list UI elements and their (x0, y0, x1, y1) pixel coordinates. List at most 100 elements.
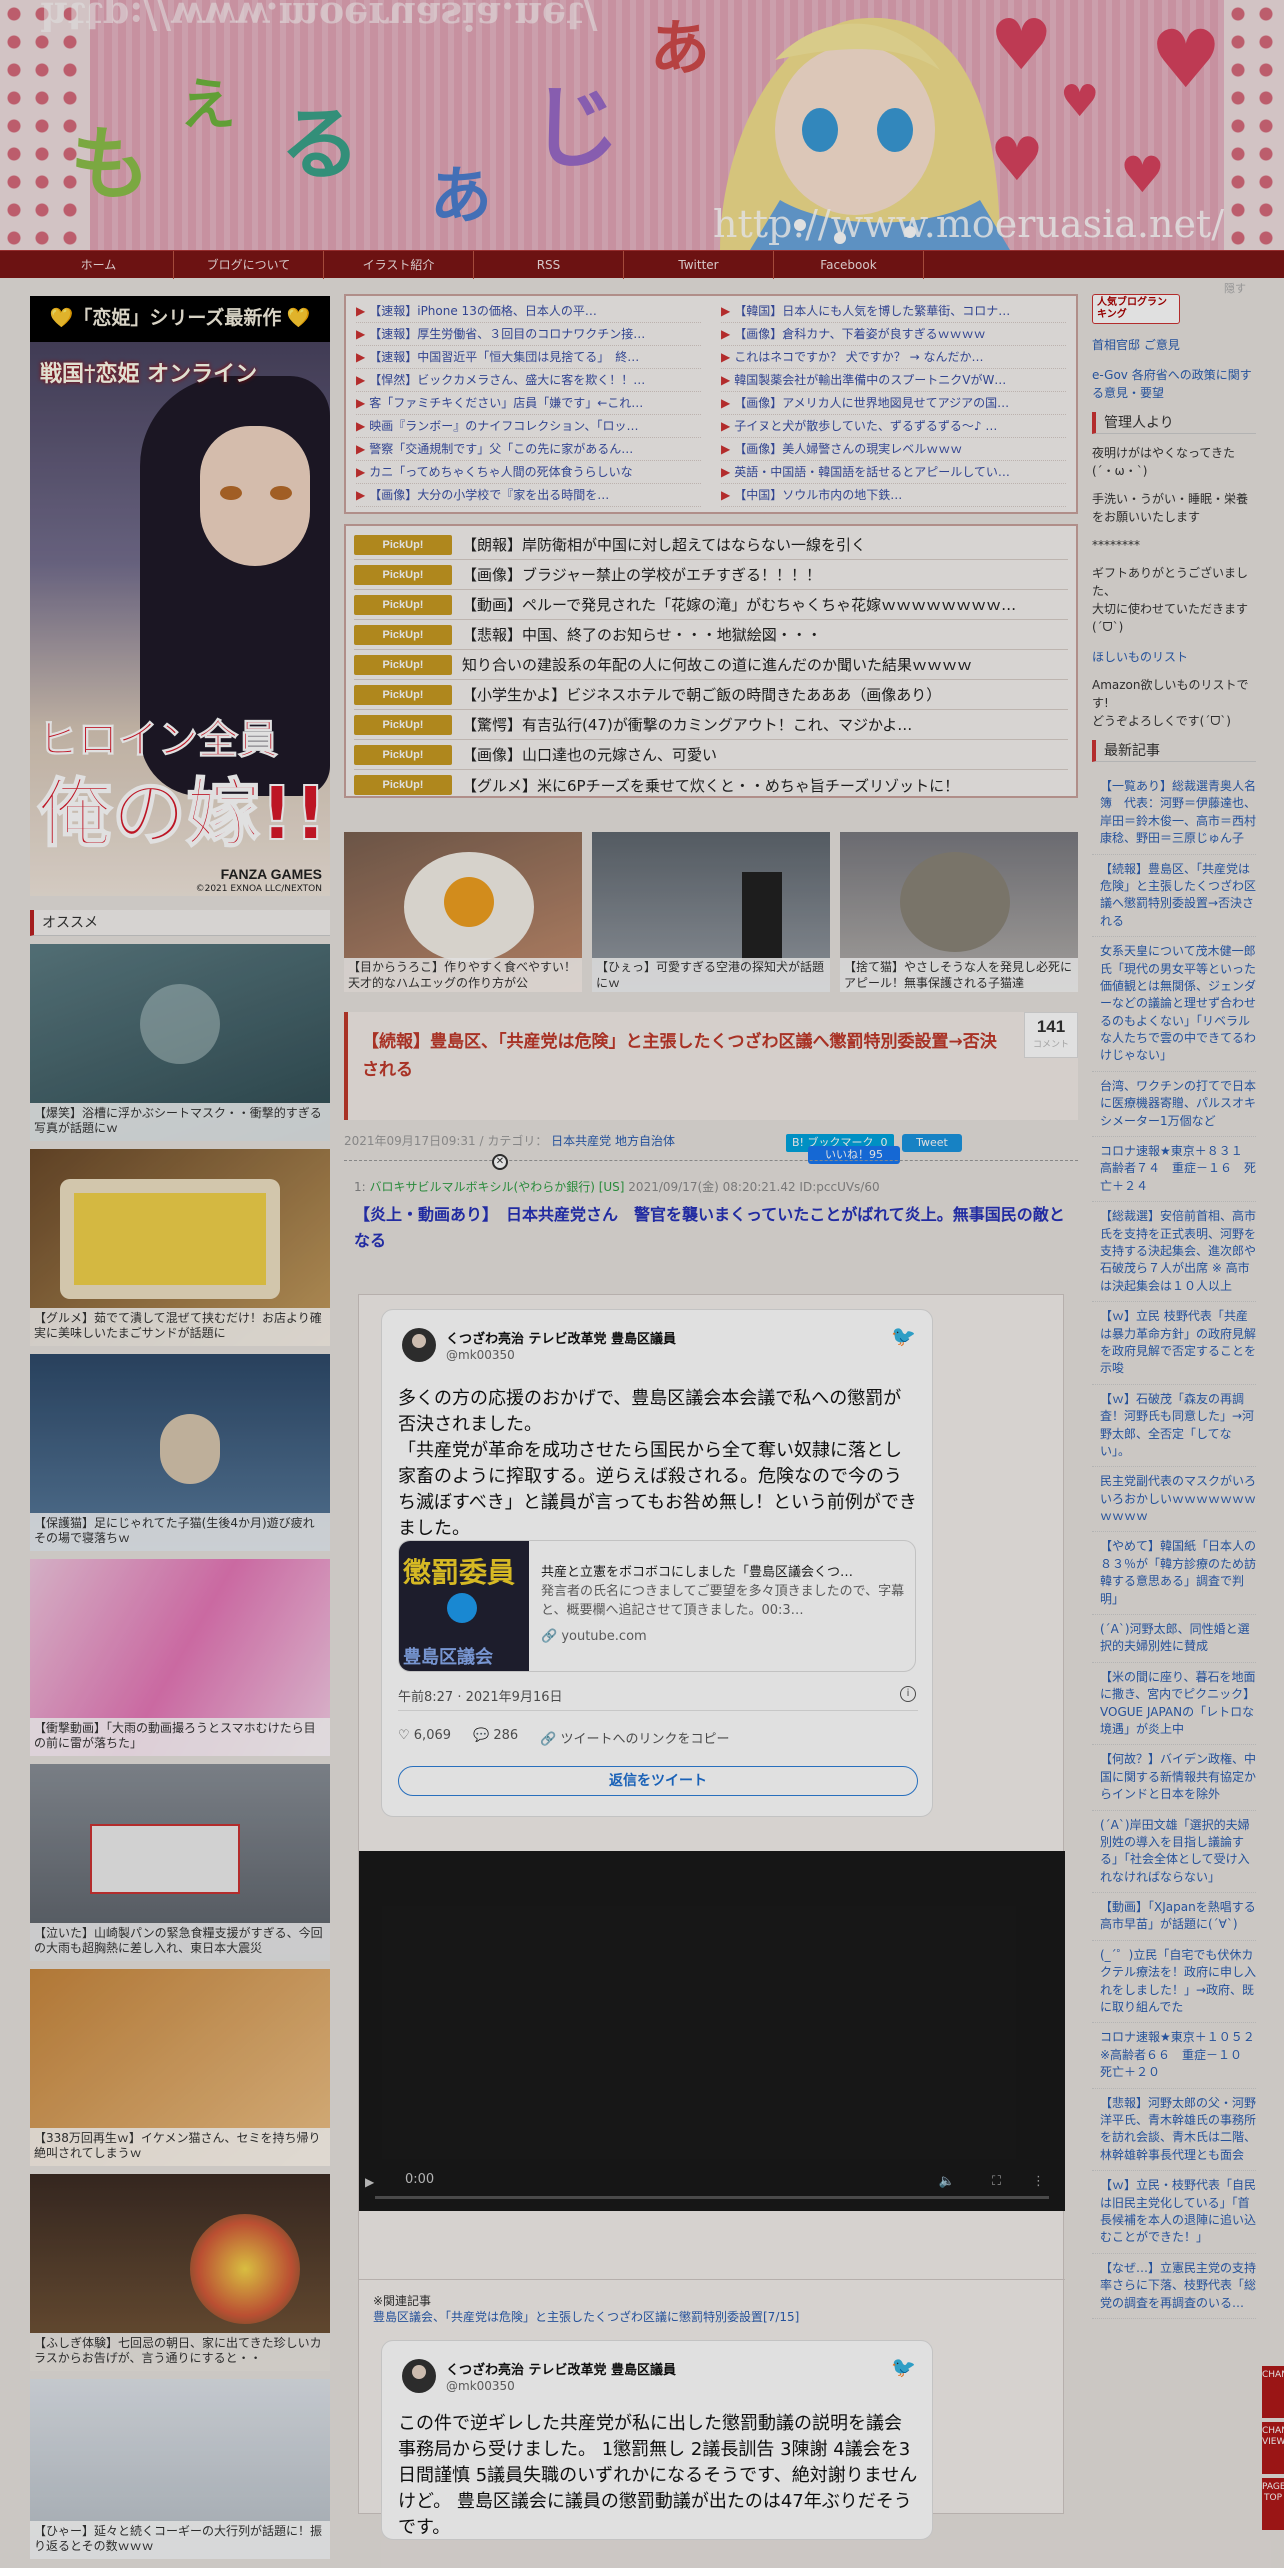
latest-item[interactable]: 【なぜ…】立憲民主党の支持率さらに下落、枝野代表「総党の調査を再調査のいる… (1092, 2254, 1256, 2319)
avatar[interactable] (402, 1328, 436, 1362)
rss-item[interactable]: ▶ これはネコですか？ 犬ですか？ → なんだか… (721, 346, 1066, 369)
rss-item[interactable]: ▶ 韓国製薬会社が輸出準備中のスプートニクVがW… (721, 369, 1066, 392)
latest-item[interactable]: 女系天皇について茂木健一郎氏「現代の男女平等といった価値観とは無関係、ジェンダー… (1092, 937, 1256, 1072)
like-action[interactable]: ♡ 6,069 (398, 1728, 451, 1747)
pickup-item[interactable]: PickUp! 【画像】山口達也の元嫁さん、可愛い (354, 740, 1068, 770)
tweet-author-handle[interactable]: @mk00350 (446, 2379, 515, 2393)
nav-home[interactable]: ホーム (24, 251, 174, 279)
pickup-title[interactable]: 【画像】山口達也の元嫁さん、可愛い (462, 744, 717, 765)
latest-item[interactable]: 【悲報】河野太郎の父・河野洋平氏、青木幹雄氏の事務所を訪れ会談、青木氏は二階、林… (1092, 2089, 1256, 2172)
reply-tweet-button[interactable]: 返信をツイート (398, 1766, 918, 1796)
pickup-item[interactable]: PickUp! 【グルメ】米に6Pチーズを乗せて炊くと・・めちゃ旨チーズリゾットに… (354, 770, 1068, 800)
rss-item[interactable]: ▶ 【画像】大分の小学校で『家を出る時間を… (356, 484, 701, 507)
latest-item[interactable]: 【総裁選】安倍前首相、高市氏を支持を正式表明、河野を支持する決起集会、進次郎や石… (1092, 1202, 1256, 1303)
video-progress-bar[interactable] (375, 2196, 1049, 2199)
pickup-title[interactable]: 【悲報】中国、終了のお知らせ・・・地獄絵図・・・ (462, 624, 822, 645)
featured-item[interactable]: 【捨て猫】やさしそうな人を発見し必死にアピール！無事保護される子猫達 (840, 832, 1078, 992)
article-title[interactable]: 【続報】豊島区、「共産党は危険」と主張したくつざわ区議へ懲罰特別委設置→否決され… (362, 1028, 1002, 1084)
recommend-item[interactable]: 【爆笑】浴槽に浮かぶシートマスク・・衝撃的すぎる写真が話題にｗ (30, 944, 330, 1141)
pickup-title[interactable]: 【朗報】岸防衛相が中国に対し超えてはならない一線を引く (462, 534, 866, 555)
pickup-item[interactable]: PickUp! 知り合いの建設系の年配の人に何故この道に進んだのか聞いた結果ｗｗｗ… (354, 650, 1068, 680)
pickup-title[interactable]: 【驚愕】有吉弘行(47)が衝撃のカミングアウト！これ、マジかよ… (462, 714, 912, 735)
twitter-bird-icon[interactable]: 🐦 (891, 2355, 916, 2379)
latest-item[interactable]: 【動画】「XJapanを熱唱する高市早苗」が話題に(ˊ∀ˋ) (1092, 1893, 1256, 1941)
rss-item[interactable]: ▶ 子イヌと犬が散歩していた、ずるずるずる〜♪ … (721, 415, 1066, 438)
copy-link-action[interactable]: 🔗 ツイートへのリンクをコピー (540, 1728, 729, 1747)
rss-item[interactable]: ▶ 【中国】ソウル市内の地下鉄… (721, 484, 1066, 507)
close-icon[interactable]: ✕ (492, 1154, 508, 1170)
tweet-timestamp[interactable]: 午前8:27 · 2021年9月16日 (398, 1686, 563, 1705)
latest-item[interactable]: 民主党副代表のマスクがいろいろおかしいｗｗｗｗｗｗｗｗｗｗｗ (1092, 1467, 1256, 1533)
latest-item[interactable]: 【ｗ】立民 枝野代表「共産は暴力革命方針」の政府見解を政府見解で否定することを示… (1092, 1302, 1256, 1385)
rss-item[interactable]: ▶ 【速報】中国習近平「恒大集団は見捨てる」 終… (356, 346, 701, 369)
reply-action[interactable]: 💬 286 (473, 1728, 518, 1747)
nav-about[interactable]: ブログについて (174, 251, 324, 279)
rss-item[interactable]: ▶ 【悍然】ビックカメラさん、盛大に客を欺く！！… (356, 369, 701, 392)
game-ad-banner[interactable]: 💛「恋姫」シリーズ最新作 💛 戦国†恋姫 オンライン ヒロイン全員 俺の嫁!! … (30, 296, 330, 896)
recommend-item[interactable]: 【ふしぎ体験】七回忌の朝日、家に出てきた珍しいカラスからお告げが、言う通りにする… (30, 2174, 330, 2371)
video-player[interactable]: ▶ 0:00 🔈 ⛶ ⋮ (359, 1851, 1065, 2211)
pickup-item[interactable]: PickUp! 【画像】ブラジャー禁止の学校がエチすぎる！！！！ (354, 560, 1068, 590)
change-view-tab[interactable]: CHANGE VIEW (1262, 2422, 1284, 2474)
pickup-item[interactable]: PickUp! 【朗報】岸防衛相が中国に対し超えてはならない一線を引く (354, 530, 1068, 560)
recommend-item[interactable]: 【泣いた】山崎製パンの緊急食糧支援がすぎる、今回の大雨も超胸熱に差し入れ、東日本… (30, 1764, 330, 1961)
nav-twitter[interactable]: Twitter (624, 251, 774, 279)
fullscreen-icon[interactable]: ⛶ (992, 2174, 1001, 2189)
latest-item[interactable]: (ˊAˋ)河野太郎、同性婚と選択的夫婦別姓に賛成 (1092, 1615, 1256, 1663)
latest-item[interactable]: (_´゜)立民「自宅でも伏休カクテル療法を！政府に申し入れをしました！」→政府、… (1092, 1941, 1256, 2024)
latest-item[interactable]: 【一覧あり】総裁選青奥人名簿 代表：河野＝伊藤達也、岸田＝鈴木俊一、高市＝西村康… (1092, 772, 1256, 855)
tweet-author-name[interactable]: くつざわ亮治 テレビ改革党 豊島区議員 (446, 1328, 676, 1347)
pickup-title[interactable]: 【動画】ペルーで発見された「花嫁の滝」がむちゃくちゃ花嫁ｗｗｗｗｗｗｗｗ… (462, 594, 1016, 615)
article-category[interactable]: 日本共産党 地方自治体 (551, 1134, 675, 1148)
rss-item[interactable]: ▶ 映画『ランボー』のナイフコレクション、「ロッ… (356, 415, 701, 438)
rss-item[interactable]: ▶ 【韓国】日本人にも人気を博した繁華街、コロナ… (721, 300, 1066, 323)
rss-item[interactable]: ▶ 【画像】倉科カナ、下着姿が良すぎるｗｗｗｗ (721, 323, 1066, 346)
tweet-author-name[interactable]: くつざわ亮治 テレビ改革党 豊島区議員 (446, 2359, 676, 2378)
pickup-title[interactable]: 【グルメ】米に6Pチーズを乗せて炊くと・・めちゃ旨チーズリゾットに！ (462, 775, 959, 796)
recommend-item[interactable]: 【338万回再生ｗ】イケメン猫さん、セミを持ち帰り絶叫されてしまうｗ (30, 1969, 330, 2166)
latest-item[interactable]: 台湾、ワクチンの打てで日本に医療機器寄贈、パルスオキシメーター1万個など (1092, 1072, 1256, 1138)
nav-facebook[interactable]: Facebook (774, 251, 924, 279)
nav-rss[interactable]: RSS (474, 251, 624, 279)
rss-item[interactable]: ▶ 英語・中国語・韓国語を話せるとアピールしてい… (721, 461, 1066, 484)
latest-item[interactable]: 【ｗ】立民・枝野代表「自民は旧民主党化している」「首長候補を本人の退陣に追い込む… (1092, 2171, 1256, 2254)
more-options-icon[interactable]: ⋮ (1032, 2174, 1045, 2189)
pickup-title[interactable]: 知り合いの建設系の年配の人に何故この道に進んだのか聞いた結果ｗｗｗｗ (462, 654, 972, 675)
latest-item[interactable]: コロナ速報★東京＋１０５２ ※高齢者６６ 重症－１０ 死亡＋２０ (1092, 2023, 1267, 2089)
rss-item[interactable]: ▶ 【画像】美人婦警さんの現実レベルｗｗｗ (721, 438, 1066, 461)
latest-item[interactable]: (ˊAˋ)岸田文雄「選択的夫婦別姓の導入を目指し議論する」「社会全体として受け入… (1092, 1811, 1256, 1894)
recommend-item[interactable]: 【保護猫】足にじゃれてた子猫(生後4か月)遊び疲れその場で寝落ちｗ (30, 1354, 330, 1551)
rss-item[interactable]: ▶ 【画像】アメリカ人に世界地図見せてアジアの国… (721, 392, 1066, 415)
avatar[interactable] (402, 2359, 436, 2393)
pickup-title[interactable]: 【小学生かよ】ビジネスホテルで朝ご飯の時間きたあああ（画像あり） (462, 684, 941, 705)
info-icon[interactable]: i (900, 1686, 916, 1702)
rss-item[interactable]: ▶ 警察「交通規制です」父「この先に家があるん… (356, 438, 701, 461)
play-icon[interactable]: ▶ (365, 2175, 374, 2189)
pickup-item[interactable]: PickUp! 【小学生かよ】ビジネスホテルで朝ご飯の時間きたあああ（画像あり） (354, 680, 1068, 710)
page-top-tab[interactable]: PAGE TOP (1262, 2478, 1284, 2530)
latest-item[interactable]: 【米の間に座り、暮石を地面に撒き、宮内でピクニック】VOGUE JAPANの「レ… (1092, 1663, 1256, 1746)
comment-count[interactable]: 141 コメント (1024, 1012, 1078, 1058)
link-kantei[interactable]: 首相官邸 ご意見 (1092, 336, 1256, 354)
rss-item[interactable]: ▶ 客「ファミチキください」店員「嫌です」←これ… (356, 392, 701, 415)
header-banner[interactable]: http://www.moeruasia.net/ も え る あ じ あ ♥ … (0, 0, 1284, 250)
latest-item[interactable]: 【何故？】バイデン政権、中国に関する新情報共有協定からインドと日本を除外 (1092, 1745, 1256, 1811)
pickup-item[interactable]: PickUp! 【動画】ペルーで発見された「花嫁の滝」がむちゃくちゃ花嫁ｗｗｗｗｗ… (354, 590, 1068, 620)
latest-item[interactable]: 【続報】豊島区、「共産党は危険」と主張したくつざわ区議へ懲罰特別委設置→否決され… (1092, 855, 1256, 938)
facebook-like-button[interactable]: いいね！95 (808, 1146, 900, 1164)
tweet-author-handle[interactable]: @mk00350 (446, 1348, 515, 1362)
tweet-button[interactable]: Tweet (902, 1134, 962, 1152)
related-link[interactable]: 豊島区議会、「共産党は危険」と主張したくつざわ区議に懲罰特別委設置[7/15] (373, 2308, 799, 2325)
change-tab[interactable]: CHANGE (1262, 2366, 1284, 2418)
pickup-item[interactable]: PickUp! 【悲報】中国、終了のお知らせ・・・地獄絵図・・・ (354, 620, 1068, 650)
recommend-item[interactable]: 【ひゃー】延々と続くコーギーの大行列が話題に！振り返るとその数ｗｗｗ (30, 2379, 330, 2559)
nav-illustration[interactable]: イラスト紹介 (324, 251, 474, 279)
latest-item[interactable]: 【ｗ】石破茂「森友の再調査！河野氏も同意した」→河野太郎、全否定「してない」。 (1092, 1385, 1256, 1468)
pickup-title[interactable]: 【画像】ブラジャー禁止の学校がエチすぎる！！！！ (462, 564, 821, 585)
latest-item[interactable]: 【やめて】韓国紙「日本人の８３％が「韓方診療のため訪韓する意思ある」調査で判明」 (1092, 1532, 1256, 1616)
rss-item[interactable]: ▶ カニ「ってめちゃくちゃ人間の死体食うらしいな (356, 461, 701, 484)
twitter-bird-icon[interactable]: 🐦 (891, 1324, 916, 1348)
featured-item[interactable]: 【ひぇっ】可愛すぎる空港の探知犬が話題にｗ (592, 832, 830, 992)
rss-item[interactable]: ▶ 【速報】厚生労働省、３回目のコロナワクチン接… (356, 323, 701, 346)
latest-item[interactable]: コロナ速報★東京＋８３１ 高齢者７４ 重症－１６ 死亡＋２４ (1092, 1137, 1256, 1203)
